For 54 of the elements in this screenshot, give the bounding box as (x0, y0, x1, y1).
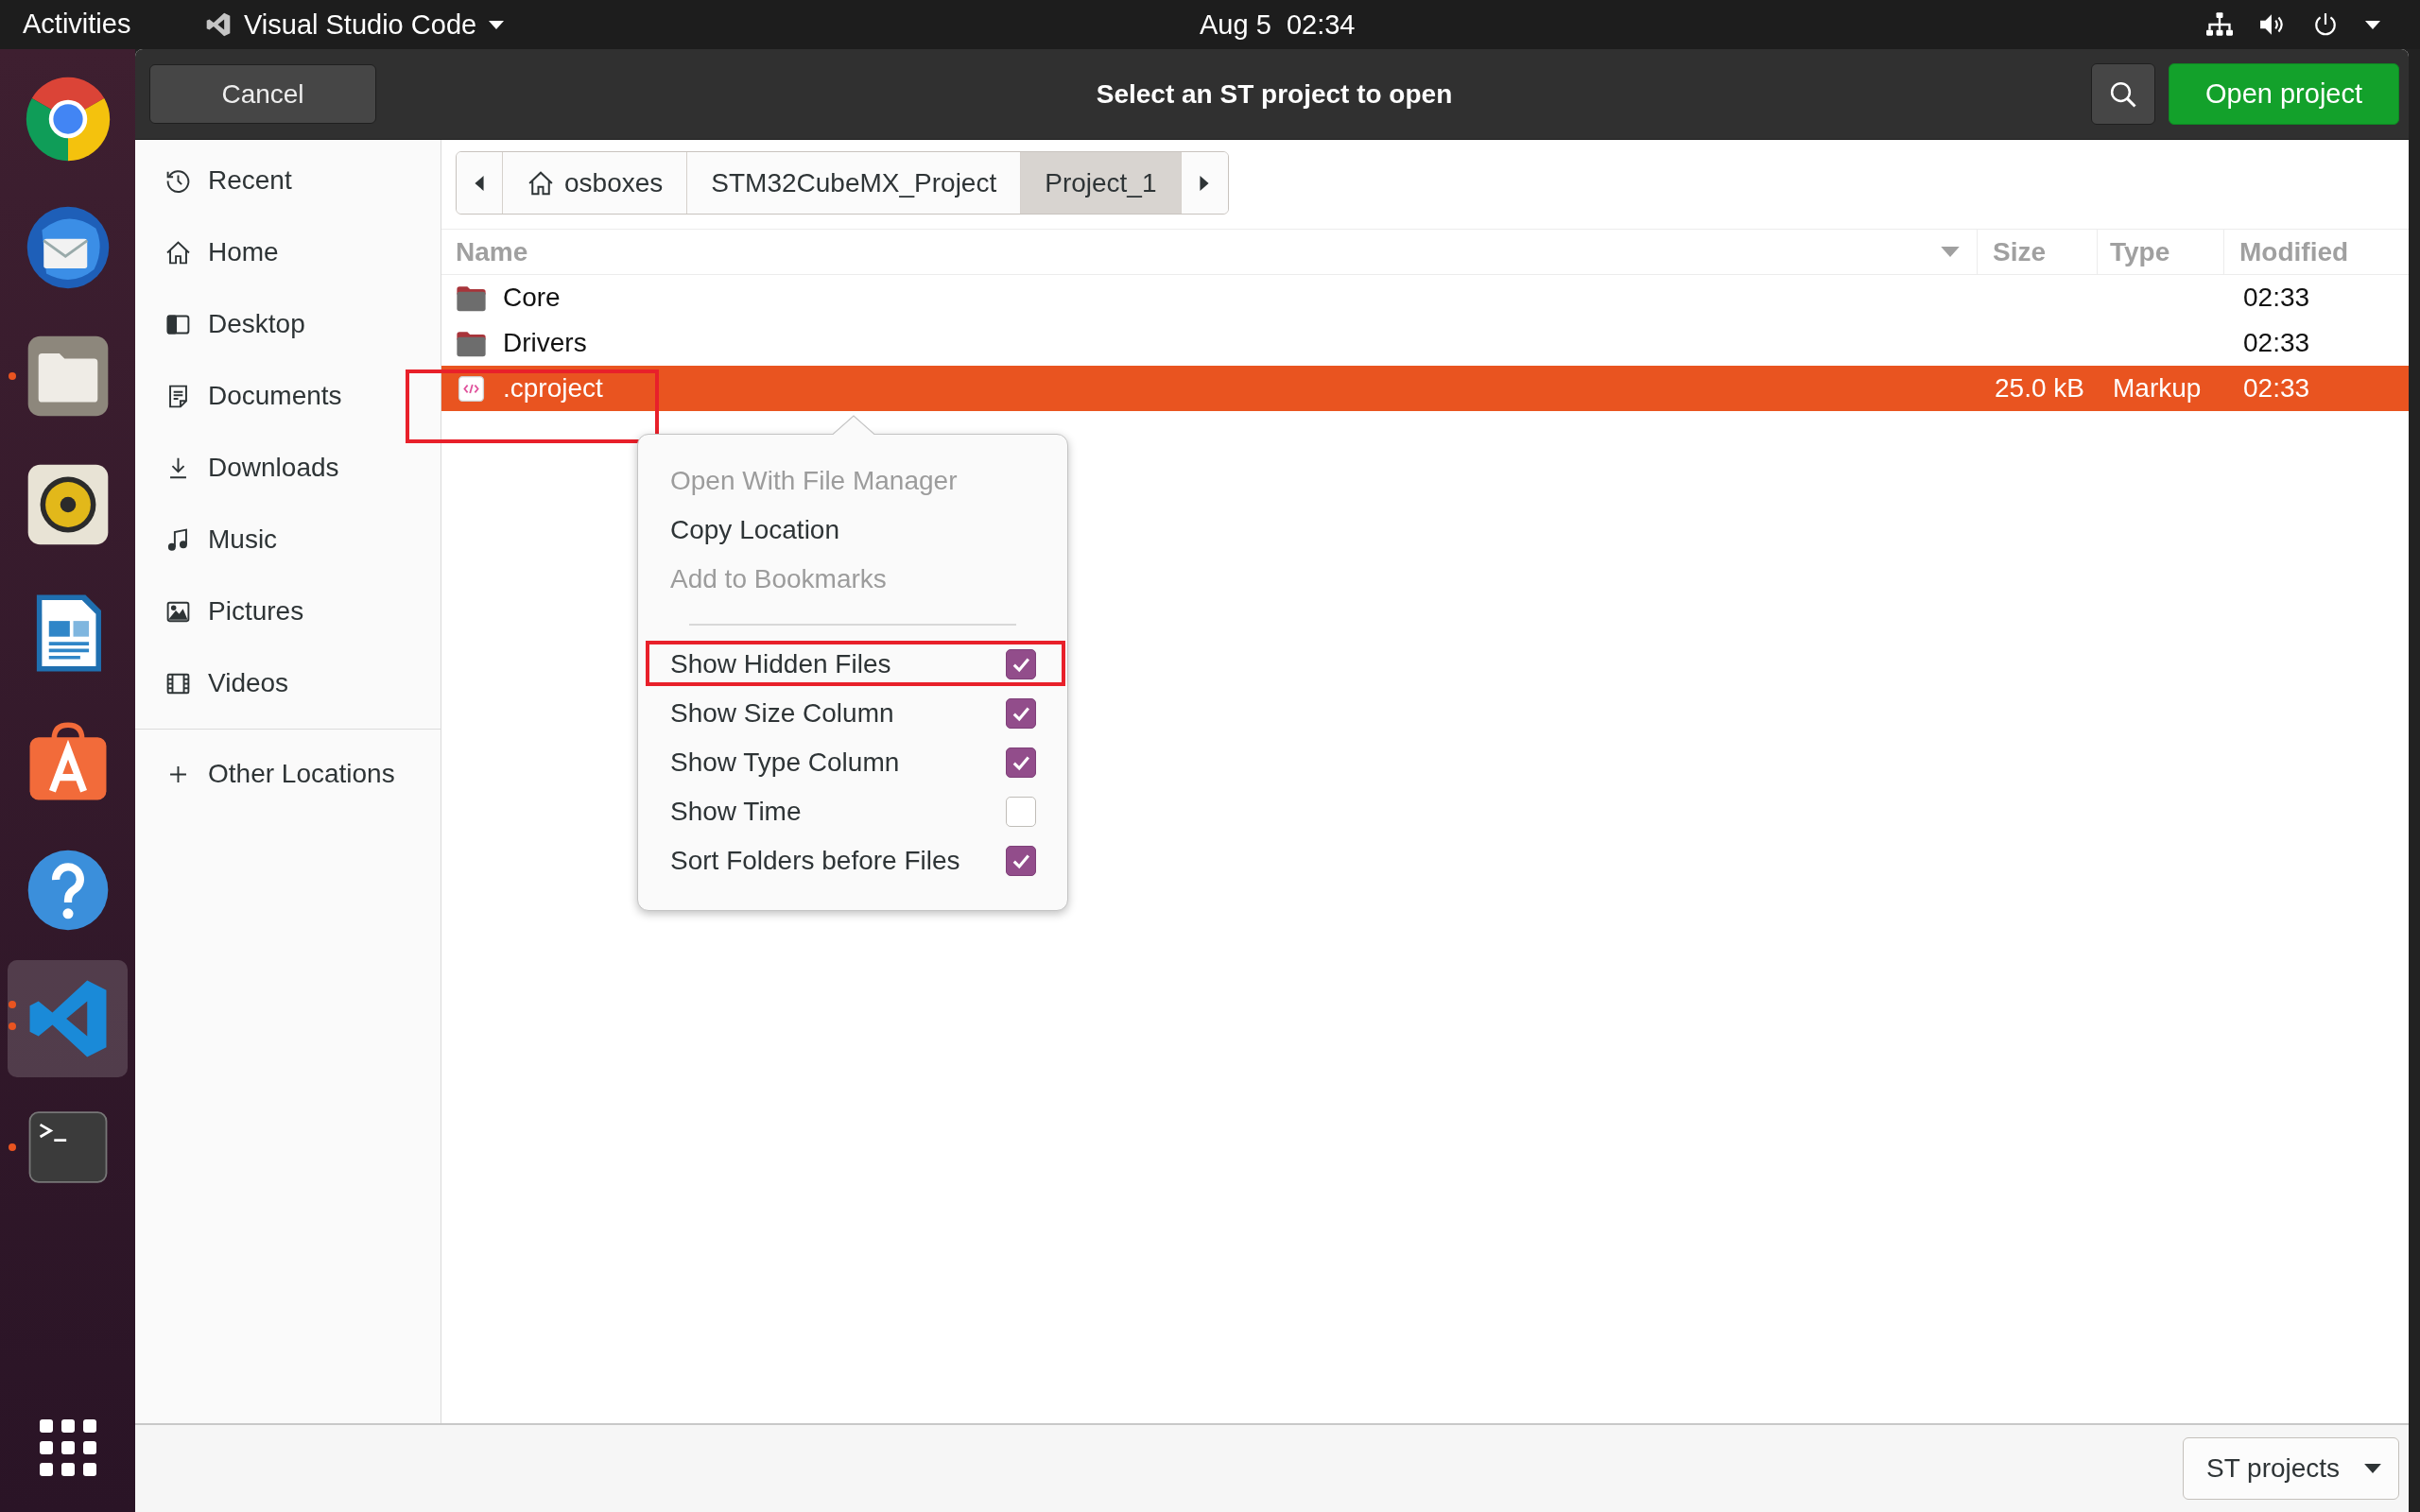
caret-icon (2364, 1464, 2381, 1473)
file-type: Markup (2113, 373, 2202, 403)
menu-item[interactable]: Show Type Column (638, 738, 1067, 787)
file-size: 25.0 kB (1995, 373, 2084, 403)
sidebar-item[interactable]: Recent (135, 145, 441, 216)
menu-item[interactable]: Show Hidden Files (638, 640, 1067, 689)
scroll-left-button[interactable] (457, 152, 503, 214)
path-segment[interactable]: Project_1 (1021, 152, 1182, 214)
checkbox[interactable] (1006, 747, 1036, 778)
sidebar-item[interactable]: Other Locations (135, 738, 441, 810)
sidebar-item[interactable]: Downloads (135, 432, 441, 504)
search-icon (2109, 79, 2137, 109)
cancel-button[interactable]: Cancel (149, 64, 376, 124)
volume-icon[interactable] (2259, 12, 2286, 37)
checkbox[interactable] (1006, 846, 1036, 876)
checkbox[interactable] (1006, 649, 1036, 679)
ribbon-icon (205, 11, 232, 38)
power-icon[interactable] (2312, 12, 2339, 37)
app-grid-icon[interactable] (39, 1419, 96, 1476)
file-name: Core (503, 283, 561, 313)
network-icon[interactable] (2206, 12, 2233, 37)
checkbox[interactable] (1006, 797, 1036, 827)
sidebar-item[interactable]: Pictures (135, 576, 441, 647)
activities-button[interactable]: Activities (23, 9, 131, 40)
modified-time: 02:33 (2243, 283, 2310, 312)
modified-time: 02:33 (2243, 328, 2310, 357)
app-menu[interactable]: Visual Studio Code (244, 9, 477, 41)
browser-icon (24, 76, 112, 163)
checkbox[interactable] (1006, 698, 1036, 729)
sidebar-item[interactable]: Music (135, 504, 441, 576)
search-button[interactable] (2091, 63, 2155, 125)
clock[interactable]: Aug 5 02:34 (1200, 9, 1356, 41)
right-arrow-icon (1200, 175, 1209, 191)
home-icon (164, 238, 192, 266)
file-name: Drivers (503, 328, 587, 358)
dialog-title: Select an ST project to open (1096, 78, 1453, 110)
modified-time: 02:33 (2243, 373, 2310, 403)
file-filter-dropdown[interactable]: ST projects (2183, 1437, 2399, 1500)
sidebar-item[interactable]: Documents (135, 360, 441, 432)
file-row[interactable]: Core 02:33 (441, 275, 2409, 320)
menu-item[interactable]: Show Time (638, 787, 1067, 836)
code-file-icon (456, 373, 487, 404)
menu-item[interactable]: Show Size Column (638, 689, 1067, 738)
menu-item[interactable]: Copy Location (638, 506, 1067, 555)
sidebar-item[interactable]: Desktop (135, 288, 441, 360)
sidebar-item[interactable]: Videos (135, 647, 441, 719)
file-row[interactable]: .cproject 25.0 kB Markup 02:33 (441, 366, 2409, 411)
caret-icon[interactable] (2365, 20, 2380, 29)
left-arrow-icon (475, 175, 484, 191)
file-name: .cproject (503, 373, 603, 404)
file-row[interactable]: Drivers 02:33 (441, 320, 2409, 366)
caret-icon[interactable] (489, 20, 505, 29)
sidebar-item[interactable]: Home (135, 216, 441, 288)
menu-item[interactable]: Sort Folders before Files (638, 836, 1067, 885)
